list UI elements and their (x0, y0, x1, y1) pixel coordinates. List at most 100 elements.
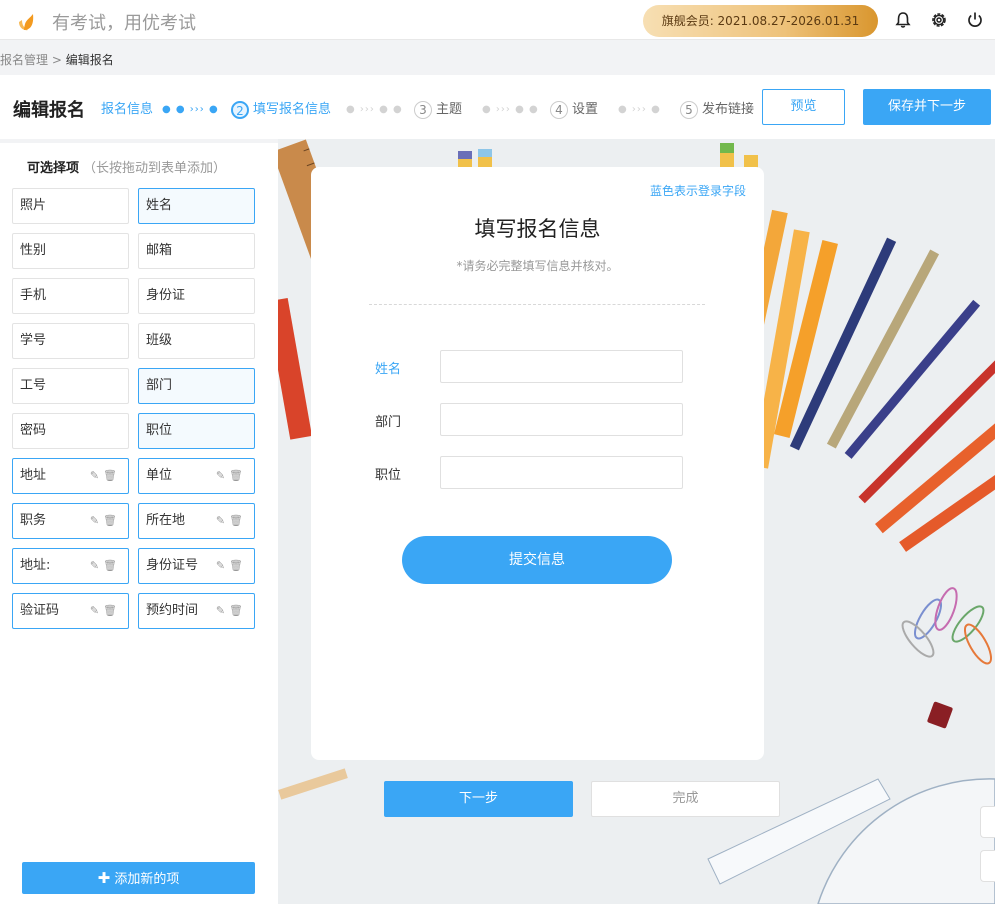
field-option-label: 身份证号 (146, 558, 199, 573)
field-option-duty[interactable]: 职务 ✎🗑 (12, 503, 129, 539)
field-option-company[interactable]: 单位 ✎🗑 (138, 458, 255, 494)
breadcrumb-current: 编辑报名 (65, 53, 114, 67)
gear-icon[interactable] (930, 11, 948, 29)
form-subtitle: *请务必完整填写信息并核对。 (456, 259, 619, 273)
power-icon[interactable] (966, 11, 984, 29)
step-header: 编辑报名 报名信息 ● ● ››› ● 2 填写报名信息 ● ››› ● ● 3主… (0, 75, 995, 139)
position-input[interactable] (440, 456, 683, 489)
edit-icon[interactable]: ✎ (90, 559, 103, 572)
breadcrumb-parent-link[interactable]: 报名管理 (0, 53, 48, 67)
edit-icon[interactable]: ✎ (90, 514, 103, 527)
step-5[interactable]: 5 发布链接 (680, 98, 754, 119)
field-option-label: 工号 (20, 378, 47, 393)
trash-icon[interactable]: 🗑 (229, 559, 247, 572)
plus-icon: ✚ (97, 869, 111, 887)
preview-button[interactable]: 预览 (762, 89, 845, 125)
field-option-label: 身份证 (146, 288, 186, 303)
palette-title: 可选择项 （长按拖动到表单添加） (27, 157, 226, 176)
save-and-next-button[interactable]: 保存并下一步 (863, 89, 991, 125)
form-field-label-name: 姓名 (375, 362, 402, 377)
step-connector: ● ● ››› ● (162, 104, 219, 115)
field-option-address-2[interactable]: 地址: ✎🗑 (12, 548, 129, 584)
edit-icon[interactable]: ✎ (90, 604, 103, 617)
field-option-label: 姓名 (146, 198, 173, 213)
field-option-id-card[interactable]: 身份证 (138, 278, 255, 314)
step-number-badge: 4 (550, 100, 568, 119)
bell-icon[interactable] (894, 11, 912, 29)
field-option-employee-no[interactable]: 工号 (12, 368, 129, 404)
field-option-email[interactable]: 邮箱 (138, 233, 255, 269)
page-title: 编辑报名 (13, 100, 85, 121)
field-option-captcha[interactable]: 验证码 ✎🗑 (12, 593, 129, 629)
step-number-badge: 5 (680, 100, 698, 119)
trash-icon[interactable]: 🗑 (103, 514, 121, 527)
vip-membership-badge[interactable]: 旗舰会员: 2021.08.27-2026.01.31 (643, 5, 878, 37)
step-connector: ● ››› ● ● (482, 104, 539, 115)
field-option-label: 单位 (146, 468, 173, 483)
submit-info-button[interactable]: 提交信息 (402, 536, 672, 584)
step-number-badge: 3 (414, 100, 432, 119)
next-step-button[interactable]: 下一步 (384, 781, 573, 817)
trash-icon[interactable]: 🗑 (103, 559, 121, 572)
field-option-class[interactable]: 班级 (138, 323, 255, 359)
edit-icon[interactable]: ✎ (216, 469, 229, 482)
form-field-label-department: 部门 (375, 415, 402, 430)
edit-icon[interactable]: ✎ (216, 604, 229, 617)
side-tool-button[interactable] (980, 850, 995, 882)
trash-icon[interactable]: 🗑 (229, 469, 247, 482)
field-option-position[interactable]: 职位 (138, 413, 255, 449)
side-tool-button[interactable] (980, 806, 995, 838)
field-option-password[interactable]: 密码 (12, 413, 129, 449)
field-option-label: 密码 (20, 423, 47, 438)
form-title: 填写报名信息 (474, 217, 601, 241)
step-2[interactable]: 2 填写报名信息 (231, 98, 331, 119)
field-option-gender[interactable]: 性别 (12, 233, 129, 269)
add-new-field-label: 添加新的项 (114, 872, 180, 887)
edit-icon[interactable]: ✎ (216, 514, 229, 527)
field-option-student-no[interactable]: 学号 (12, 323, 129, 359)
palette-title-text: 可选择项 (27, 161, 80, 176)
field-option-label: 所在地 (146, 513, 186, 528)
form-field-label-position: 职位 (375, 468, 402, 483)
step-3[interactable]: 3 主题 (414, 98, 462, 119)
step-label: 发布链接 (702, 102, 755, 117)
department-input[interactable] (440, 403, 683, 436)
field-option-label: 职务 (20, 513, 47, 528)
field-palette-panel: 可选择项 （长按拖动到表单添加） 照片 姓名 性别 邮箱 手机 身份证 学号 班级… (0, 143, 278, 904)
add-new-field-button[interactable]: ✚ 添加新的项 (22, 862, 255, 894)
field-option-department[interactable]: 部门 (138, 368, 255, 404)
step-connector: ● ››› ● ● (346, 104, 403, 115)
app-slogan: 有考试，用优考试 (52, 13, 196, 34)
field-option-id-number[interactable]: 身份证号 ✎🗑 (138, 548, 255, 584)
field-option-phone[interactable]: 手机 (12, 278, 129, 314)
field-option-appointment-time[interactable]: 预约时间 ✎🗑 (138, 593, 255, 629)
trash-icon[interactable]: 🗑 (103, 604, 121, 617)
field-option-label: 预约时间 (146, 603, 199, 618)
field-option-photo[interactable]: 照片 (12, 188, 129, 224)
divider (369, 304, 705, 305)
step-number-badge: 2 (231, 100, 249, 119)
top-bar: 有考试，用优考试 旗舰会员: 2021.08.27-2026.01.31 (0, 0, 995, 40)
trash-icon[interactable]: 🗑 (229, 514, 247, 527)
trash-icon[interactable]: 🗑 (103, 469, 121, 482)
step-1[interactable]: 报名信息 (101, 98, 153, 117)
field-option-label: 手机 (20, 288, 47, 303)
name-input[interactable] (440, 350, 683, 383)
field-option-label: 班级 (146, 333, 173, 348)
field-option-location[interactable]: 所在地 ✎🗑 (138, 503, 255, 539)
breadcrumb-separator: > (48, 53, 66, 67)
app-logo-icon (19, 14, 34, 31)
field-option-address[interactable]: 地址 ✎🗑 (12, 458, 129, 494)
step-label: 主题 (436, 102, 463, 117)
edit-icon[interactable]: ✎ (216, 559, 229, 572)
edit-icon[interactable]: ✎ (90, 469, 103, 482)
step-connector: ● ››› ● (618, 104, 661, 115)
trash-icon[interactable]: 🗑 (229, 604, 247, 617)
field-option-name[interactable]: 姓名 (138, 188, 255, 224)
step-4[interactable]: 4 设置 (550, 98, 598, 119)
field-option-label: 学号 (20, 333, 47, 348)
field-option-label: 邮箱 (146, 243, 173, 258)
field-option-label: 地址: (20, 558, 51, 573)
registration-form-preview: 蓝色表示登录字段 填写报名信息 *请务必完整填写信息并核对。 姓名 部门 职位 … (311, 167, 764, 760)
finish-button[interactable]: 完成 (591, 781, 780, 817)
